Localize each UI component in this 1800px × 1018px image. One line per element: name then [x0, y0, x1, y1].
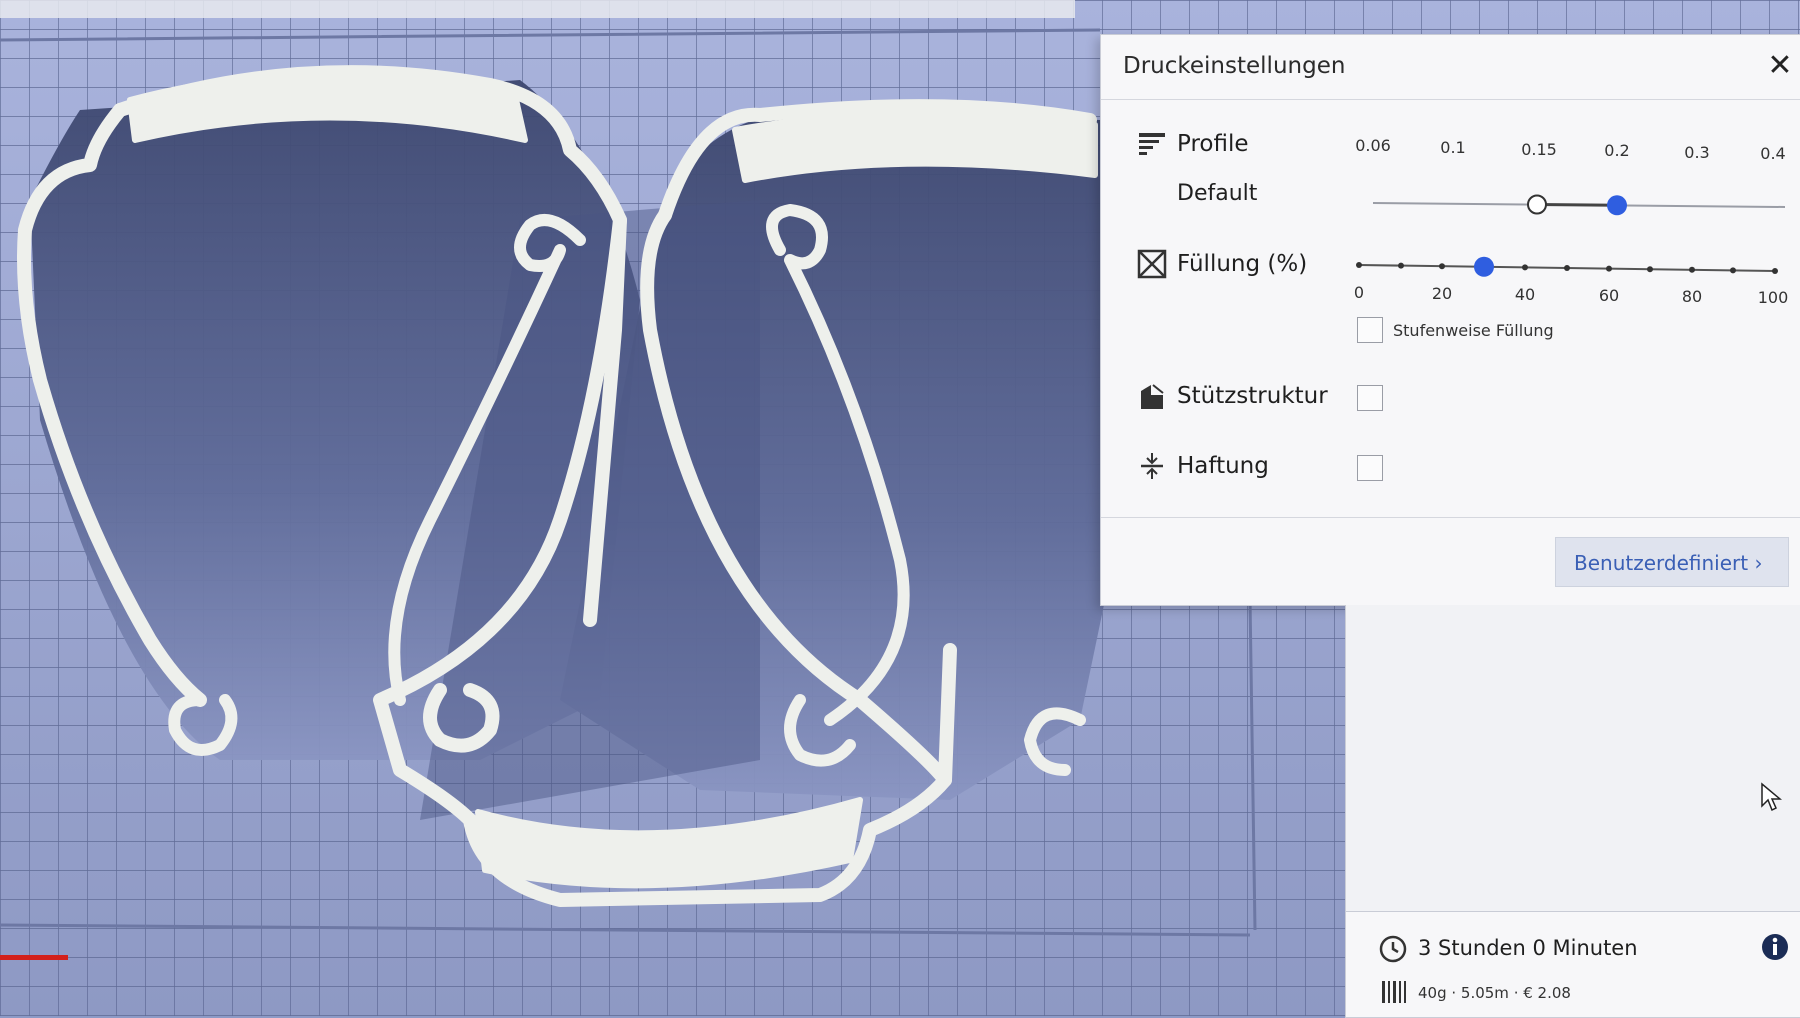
- infill-tick-label: 60: [1598, 286, 1620, 305]
- profile-tick-label: 0.15: [1521, 140, 1557, 159]
- material-stats: 40g · 5.05m · € 2.08: [1418, 984, 1571, 1002]
- info-icon[interactable]: [1760, 932, 1790, 962]
- profile-label: Profile: [1177, 131, 1249, 157]
- infill-tick-label: 80: [1681, 287, 1703, 306]
- infill-label: Füllung (%): [1177, 251, 1308, 277]
- infill-slider[interactable]: [1347, 249, 1787, 289]
- profile-tick-label: 0.4: [1760, 144, 1786, 163]
- panel-title: Druckeinstellungen: [1123, 53, 1346, 79]
- profile-tick-label: 0.06: [1355, 136, 1391, 155]
- adhesion-checkbox[interactable]: [1357, 455, 1383, 481]
- infill-slider-handle[interactable]: [1474, 256, 1494, 277]
- support-label: Stützstruktur: [1177, 383, 1328, 409]
- gradual-infill-checkbox[interactable]: [1357, 317, 1383, 343]
- panel-divider: [1101, 517, 1800, 518]
- profile-selected-value[interactable]: Default: [1177, 181, 1257, 206]
- clock-icon: [1379, 935, 1407, 963]
- support-checkbox[interactable]: [1357, 385, 1383, 411]
- axis-x-marker: [0, 955, 68, 960]
- adhesion-label: Haftung: [1177, 453, 1269, 479]
- profile-slider-handle[interactable]: [1607, 195, 1627, 216]
- infill-icon: [1137, 249, 1167, 279]
- top-toolbar-strip: [0, 0, 1075, 18]
- close-icon[interactable]: ✕: [1763, 49, 1797, 83]
- filament-icon: [1382, 981, 1406, 1003]
- gradual-infill-label: Stufenweise Füllung: [1393, 321, 1554, 340]
- adhesion-icon: [1141, 453, 1163, 479]
- profile-icon: [1139, 133, 1165, 155]
- mouse-cursor-icon: [1761, 782, 1782, 812]
- profile-slider[interactable]: [1361, 185, 1791, 225]
- support-icon: [1141, 384, 1164, 409]
- infill-tick-label: 0: [1353, 283, 1365, 302]
- job-info-panel: 3 Stunden 0 Minuten 40g · 5.05m · € 2.08: [1345, 911, 1800, 1018]
- sidebar-background: [1345, 605, 1800, 911]
- infill-tick-label: 100: [1757, 288, 1789, 307]
- custom-settings-button[interactable]: Benutzerdefiniert ›: [1555, 537, 1789, 587]
- profile-tick-label: 0.1: [1440, 138, 1466, 157]
- panel-header: Druckeinstellungen ✕: [1101, 35, 1800, 100]
- print-settings-panel: Druckeinstellungen ✕ Profile Default 0.0…: [1100, 34, 1800, 606]
- profile-default-marker: [1527, 194, 1547, 215]
- infill-tick-label: 40: [1514, 285, 1536, 304]
- print-time: 3 Stunden 0 Minuten: [1418, 936, 1638, 960]
- profile-tick-label: 0.3: [1684, 143, 1710, 162]
- infill-tick-label: 20: [1431, 284, 1453, 303]
- profile-tick-label: 0.2: [1604, 141, 1630, 160]
